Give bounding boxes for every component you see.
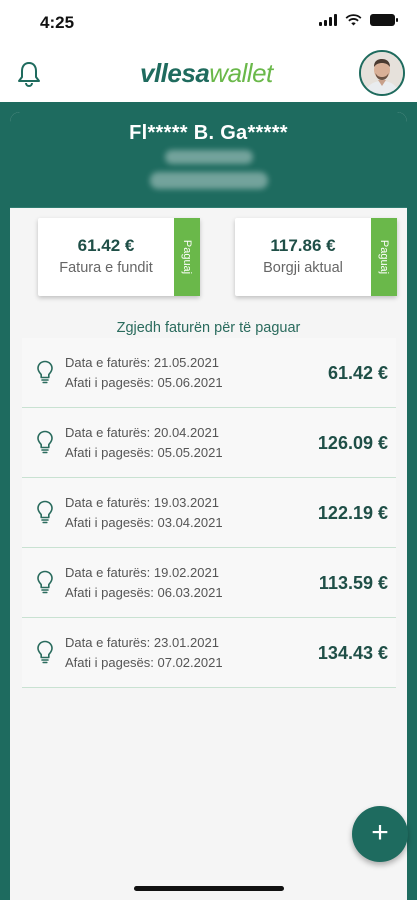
invoice-row[interactable]: Data e faturës: 23.01.2021 Afati i pages… xyxy=(22,618,396,688)
invoice-date: Data e faturës: 19.02.2021 xyxy=(65,565,219,580)
current-debt-amount: 117.86 € xyxy=(270,236,336,255)
pay-button-label: Paguaj xyxy=(378,239,391,275)
lightbulb-icon xyxy=(37,500,53,524)
last-invoice-label: Fatura e fundit xyxy=(59,260,153,276)
invoice-due-date: Afati i pagesës: 05.05.2021 xyxy=(65,445,223,460)
invoice-date: Data e faturës: 20.04.2021 xyxy=(65,425,219,440)
lightbulb-icon xyxy=(37,570,53,594)
current-debt-box: 117.86 € Borgji aktual Paguaj xyxy=(235,218,397,296)
redacted-account-number xyxy=(150,172,268,189)
add-button[interactable]: + xyxy=(352,806,408,862)
customer-name: Fl***** B. Ga***** xyxy=(129,122,288,144)
status-icons xyxy=(319,14,398,26)
invoice-row[interactable]: Data e faturës: 20.04.2021 Afati i pages… xyxy=(22,408,396,478)
invoice-date: Data e faturës: 21.05.2021 xyxy=(65,355,219,370)
invoice-amount: 134.43 € xyxy=(317,643,388,663)
last-invoice-amount: 61.42 € xyxy=(77,236,135,255)
invoice-date: Data e faturës: 19.03.2021 xyxy=(65,495,219,510)
wifi-icon xyxy=(345,14,362,26)
app-header: vllesawallet xyxy=(0,46,417,102)
bell-icon[interactable] xyxy=(16,60,42,88)
pay-button-label: Paguaj xyxy=(181,239,194,275)
plus-icon: + xyxy=(371,816,389,849)
status-bar: 4:25 xyxy=(0,0,417,46)
invoice-row[interactable]: Data e faturës: 19.03.2021 Afati i pages… xyxy=(22,478,396,548)
invoice-due-date: Afati i pagesës: 05.06.2021 xyxy=(65,375,223,390)
invoice-due-date: Afati i pagesës: 07.02.2021 xyxy=(65,655,223,670)
customer-header: Fl***** B. Ga***** xyxy=(10,112,407,208)
lightbulb-icon xyxy=(37,640,53,664)
wallet-card: Fl***** B. Ga***** 61.42 € Fatura e fund… xyxy=(10,112,407,900)
logo-part-1: vllesa xyxy=(140,58,210,88)
invoice-amount: 122.19 € xyxy=(317,503,388,523)
select-invoice-title: Zgjedh faturën për të paguar xyxy=(116,320,301,336)
invoice-amount: 61.42 € xyxy=(327,363,388,383)
invoice-row[interactable]: Data e faturës: 21.05.2021 Afati i pages… xyxy=(22,338,396,408)
status-time: 4:25 xyxy=(40,13,75,32)
invoice-due-date: Afati i pagesës: 03.04.2021 xyxy=(65,515,223,530)
invoice-due-date: Afati i pagesës: 06.03.2021 xyxy=(65,585,223,600)
battery-icon xyxy=(370,14,398,26)
app-logo: vllesawallet xyxy=(140,58,273,89)
invoice-row[interactable]: Data e faturës: 19.02.2021 Afati i pages… xyxy=(22,548,396,618)
invoice-amount: 113.59 € xyxy=(318,573,388,593)
invoice-amount: 126.09 € xyxy=(317,433,388,453)
redacted-customer-id xyxy=(165,150,253,164)
user-photo-icon xyxy=(361,52,403,94)
logo-part-2: wallet xyxy=(209,58,273,88)
last-invoice-box: 61.42 € Fatura e fundit Paguaj xyxy=(38,218,200,296)
lightbulb-icon xyxy=(37,360,53,384)
invoice-date: Data e faturës: 23.01.2021 xyxy=(65,635,219,650)
current-debt-label: Borgji aktual xyxy=(263,260,343,276)
lightbulb-icon xyxy=(37,430,53,454)
avatar[interactable] xyxy=(359,50,405,96)
cellular-signal-icon xyxy=(319,14,337,26)
pay-last-invoice-button[interactable]: Paguaj xyxy=(174,218,200,296)
home-indicator xyxy=(134,886,284,891)
pay-current-debt-button[interactable]: Paguaj xyxy=(371,218,397,296)
